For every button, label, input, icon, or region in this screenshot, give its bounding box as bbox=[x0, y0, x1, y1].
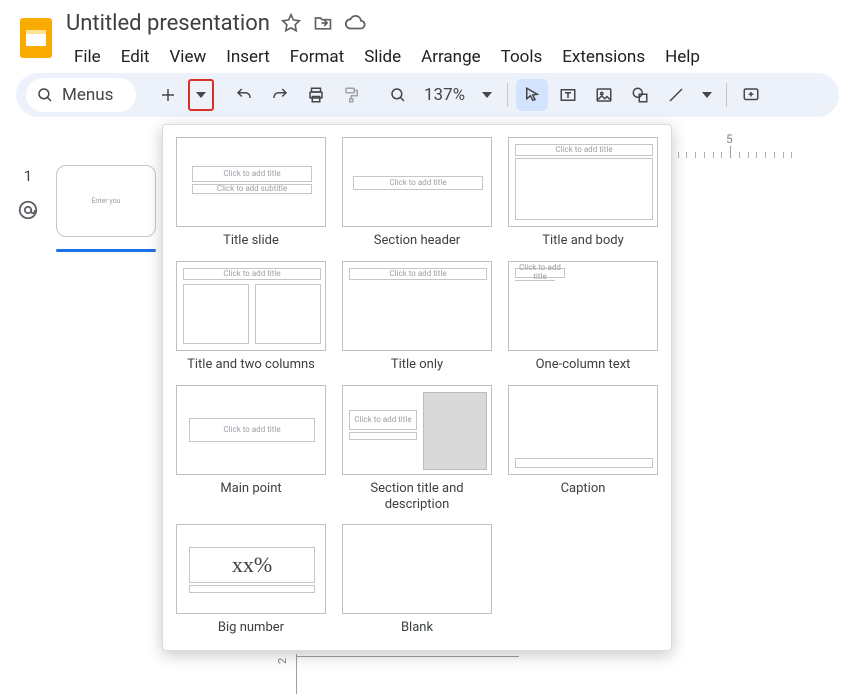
slide-thumbnail[interactable]: Enter you bbox=[56, 165, 156, 237]
toolbar-separator bbox=[726, 83, 727, 107]
print-button[interactable] bbox=[300, 79, 332, 111]
undo-icon bbox=[235, 86, 253, 104]
line-dropdown-icon bbox=[702, 90, 712, 100]
insert-line-icon bbox=[667, 86, 685, 104]
mentions-icon[interactable] bbox=[17, 199, 39, 221]
menu-edit[interactable]: Edit bbox=[113, 43, 158, 71]
layout-thumbnail bbox=[342, 524, 492, 614]
layout-label: Title slide bbox=[223, 233, 279, 251]
undo-button[interactable] bbox=[228, 79, 260, 111]
select-tool-button[interactable] bbox=[516, 79, 548, 111]
zoom-dropdown[interactable] bbox=[475, 79, 499, 111]
search-icon bbox=[36, 86, 54, 104]
layout-thumbnail: Click to add titleClick to add subtitle bbox=[176, 137, 326, 227]
layout-thumbnail: Click to add title bbox=[342, 385, 492, 475]
menu-bar: FileEditViewInsertFormatSlideArrangeTool… bbox=[66, 42, 839, 72]
toolbar: Menus 137% bbox=[16, 73, 839, 117]
paint-format-button bbox=[336, 79, 368, 111]
layout-option-bignum[interactable]: xx% Big number bbox=[175, 524, 327, 638]
layout-thumbnail: Click to add title bbox=[176, 385, 326, 475]
new-slide-icon bbox=[159, 86, 177, 104]
layout-thumbnail: Click to add title bbox=[508, 261, 658, 351]
layout-option-blank[interactable]: Blank bbox=[341, 524, 493, 638]
layout-label: Caption bbox=[561, 481, 606, 499]
layout-option-onecol[interactable]: Click to add title One-column text bbox=[507, 261, 659, 375]
layout-label: Main point bbox=[220, 481, 281, 499]
app-header: Untitled presentation FileEditViewInsert… bbox=[0, 0, 855, 67]
insert-image-icon bbox=[595, 86, 613, 104]
menu-format[interactable]: Format bbox=[282, 43, 352, 71]
new-slide-layout-dropdown[interactable] bbox=[188, 79, 214, 111]
menu-help[interactable]: Help bbox=[657, 43, 708, 71]
new-slide-button[interactable] bbox=[152, 79, 184, 111]
zoom-dropdown-icon bbox=[482, 90, 492, 100]
move-to-folder-icon[interactable] bbox=[312, 12, 334, 34]
select-pointer-icon bbox=[523, 86, 541, 104]
layout-label: Title and body bbox=[542, 233, 623, 251]
layout-thumbnail bbox=[508, 385, 658, 475]
insert-line-dropdown[interactable] bbox=[696, 79, 718, 111]
menu-file[interactable]: File bbox=[66, 43, 109, 71]
layout-label: Section title and description bbox=[341, 481, 493, 514]
layout-thumbnail: Click to add title bbox=[176, 261, 326, 351]
menu-insert[interactable]: Insert bbox=[218, 43, 278, 71]
text-box-icon bbox=[559, 86, 577, 104]
menu-tools[interactable]: Tools bbox=[493, 43, 551, 71]
toolbar-separator bbox=[507, 83, 508, 107]
text-box-button[interactable] bbox=[552, 79, 584, 111]
menu-view[interactable]: View bbox=[161, 43, 214, 71]
zoom-level[interactable]: 137% bbox=[418, 85, 471, 105]
vertical-ruler-fragment: 2 bbox=[276, 658, 300, 694]
app-logo[interactable] bbox=[16, 12, 56, 64]
layout-label: Title and two columns bbox=[187, 357, 315, 375]
layout-label: Big number bbox=[218, 620, 284, 638]
insert-shape-icon bbox=[631, 86, 649, 104]
slide-layout-menu: Click to add titleClick to add subtitle … bbox=[162, 124, 672, 651]
layout-label: One-column text bbox=[536, 357, 631, 375]
star-icon[interactable] bbox=[280, 12, 302, 34]
search-menus[interactable]: Menus bbox=[26, 78, 136, 112]
redo-button[interactable] bbox=[264, 79, 296, 111]
insert-image-button[interactable] bbox=[588, 79, 620, 111]
slide-thumbnail-text: Enter you bbox=[91, 197, 120, 205]
slide-selected-indicator bbox=[56, 249, 156, 252]
layout-option-titlebody[interactable]: Click to add title Title and body bbox=[507, 137, 659, 251]
layout-label: Blank bbox=[401, 620, 433, 638]
layout-option-mainpoint[interactable]: Click to add title Main point bbox=[175, 385, 327, 514]
menu-slide[interactable]: Slide bbox=[356, 43, 409, 71]
layout-thumbnail: xx% bbox=[176, 524, 326, 614]
paint-format-icon bbox=[343, 86, 361, 104]
layout-label: Section header bbox=[374, 233, 460, 251]
slide-number: 1 bbox=[24, 167, 32, 185]
new-slide-layout-dropdown-icon bbox=[196, 90, 206, 100]
zoom-icon bbox=[389, 86, 407, 104]
cloud-saved-icon[interactable] bbox=[344, 12, 366, 34]
layout-thumbnail: Click to add title bbox=[342, 137, 492, 227]
layout-option-titleonly[interactable]: Click to add title Title only bbox=[341, 261, 493, 375]
insert-line-button[interactable] bbox=[660, 79, 692, 111]
layout-option-title[interactable]: Click to add titleClick to add subtitle … bbox=[175, 137, 327, 251]
layout-thumbnail: Click to add title bbox=[508, 137, 658, 227]
layout-thumbnail: Click to add title bbox=[342, 261, 492, 351]
layout-option-twocol[interactable]: Click to add title Title and two columns bbox=[175, 261, 327, 375]
add-comment-button[interactable] bbox=[735, 79, 767, 111]
insert-shape-button[interactable] bbox=[624, 79, 656, 111]
print-icon bbox=[307, 86, 325, 104]
layout-option-caption[interactable]: Caption bbox=[507, 385, 659, 514]
zoom-button[interactable] bbox=[382, 79, 414, 111]
add-comment-icon bbox=[742, 86, 760, 104]
layout-option-sectdesc[interactable]: Click to add title Section title and des… bbox=[341, 385, 493, 514]
menu-extensions[interactable]: Extensions bbox=[554, 43, 653, 71]
search-menus-label: Menus bbox=[62, 85, 113, 105]
redo-icon bbox=[271, 86, 289, 104]
menu-arrange[interactable]: Arrange bbox=[413, 43, 488, 71]
layout-label: Title only bbox=[391, 357, 443, 375]
layout-option-section[interactable]: Click to add title Section header bbox=[341, 137, 493, 251]
document-title[interactable]: Untitled presentation bbox=[66, 11, 270, 36]
canvas-edge bbox=[296, 656, 519, 657]
